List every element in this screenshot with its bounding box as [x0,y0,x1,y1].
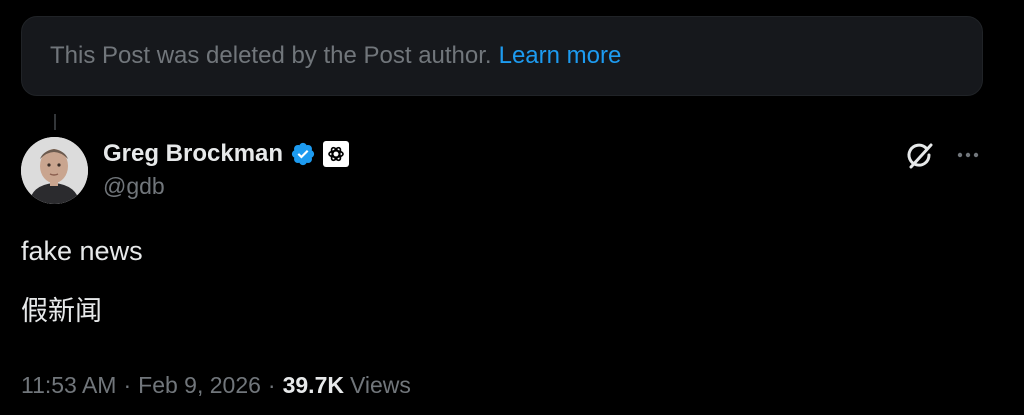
author-display-name[interactable]: Greg Brockman [103,140,283,168]
views-label: Views [349,372,411,398]
post-time[interactable]: 11:53 AM [21,372,116,399]
avatar[interactable] [21,137,88,204]
avatar-photo [21,137,88,204]
thread-connector-line [54,114,56,130]
more-options-icon[interactable] [953,140,983,170]
grok-icon[interactable] [903,139,937,173]
learn-more-link[interactable]: Learn more [499,42,622,70]
meta-separator: · [267,372,276,398]
post-date[interactable]: Feb 9, 2026 [138,372,261,399]
post-text-line-2: 假新闻 [21,296,102,326]
openai-logo-icon[interactable] [323,141,350,167]
author-name-row: Greg Brockman [103,138,350,170]
deleted-post-notice: This Post was deleted by the Post author… [21,16,983,96]
post-text-line-1: fake news [21,236,143,266]
meta-separator: · [123,372,132,398]
post-metadata: 11:53 AM · Feb 9, 2026 · 39.7K Views [21,372,411,399]
post-page: This Post was deleted by the Post author… [0,0,1024,415]
deleted-notice-message: This Post was deleted by the Post author… [50,42,492,69]
verified-badge-icon[interactable] [290,141,316,167]
author-handle[interactable]: @gdb [103,173,165,200]
view-count[interactable]: 39.7K [283,372,344,399]
